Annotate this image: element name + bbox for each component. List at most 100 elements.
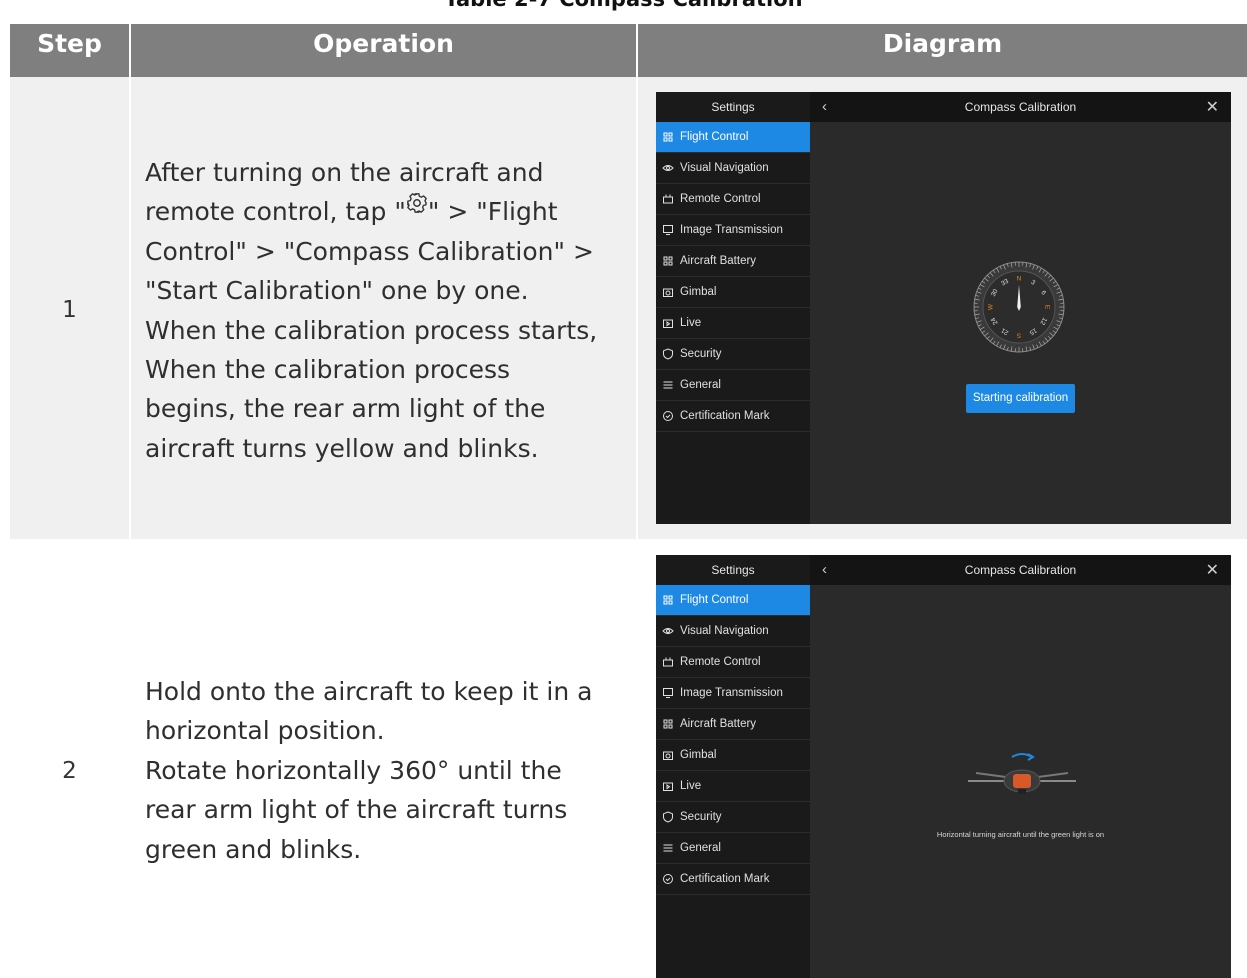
- sidebar-item-label: Flight Control: [680, 131, 749, 143]
- sidebar-item-visual-navigation[interactable]: Visual Navigation: [656, 616, 810, 647]
- close-icon[interactable]: ✕: [1206, 560, 1219, 580]
- battery-icon: [663, 256, 673, 266]
- operation-line: remote control, tap " " > "Flight: [145, 192, 625, 231]
- sidebar-item-label: Remote Control: [680, 193, 761, 205]
- operation-line: rear arm light of the aircraft turns: [145, 795, 568, 825]
- step-number: 2: [62, 758, 77, 784]
- sliders-icon: [663, 844, 673, 852]
- sidebar-item-gimbal[interactable]: Gimbal: [656, 277, 810, 308]
- sidebar-item-flight-control[interactable]: Flight Control: [656, 585, 810, 616]
- certificate-icon: [663, 410, 673, 422]
- sidebar-item-label: Remote Control: [680, 656, 761, 668]
- close-icon[interactable]: ✕: [1206, 97, 1219, 117]
- sidebar-item-label: Certification Mark: [680, 410, 770, 422]
- drone-icon: [663, 132, 673, 142]
- transmission-icon: [663, 688, 673, 698]
- sidebar-item-security[interactable]: Security: [656, 802, 810, 833]
- sidebar-item-label: Image Transmission: [680, 687, 783, 699]
- column-divider: [129, 77, 131, 539]
- sidebar-item-general[interactable]: General: [656, 833, 810, 864]
- sidebar-item-label: Live: [680, 780, 702, 792]
- live-icon: [663, 782, 673, 791]
- sidebar-item-label: Certification Mark: [680, 873, 770, 885]
- settings-sidebar: Settings Flight Control Visual Navigation…: [656, 92, 810, 524]
- eye-icon: [662, 165, 674, 171]
- operation-line: When the calibration process starts,: [145, 315, 598, 345]
- eye-icon: [662, 628, 674, 634]
- shield-icon: [663, 348, 673, 360]
- sliders-icon: [663, 381, 673, 389]
- operation-line: "Start Calibration" one by one.: [145, 276, 529, 306]
- sidebar-item-label: Flight Control: [680, 594, 749, 606]
- sidebar-item-label: General: [680, 379, 721, 391]
- sidebar-item-label: Live: [680, 317, 702, 329]
- operation-line: begins, the rear arm light of the: [145, 394, 546, 424]
- compass-dial: N 36E1215S2124W3033: [973, 261, 1065, 353]
- sidebar-item-flight-control[interactable]: Flight Control: [656, 122, 810, 153]
- sidebar-item-label: Visual Navigation: [680, 162, 769, 174]
- drone-icon: [663, 595, 673, 605]
- operation-line: green and blinks.: [145, 834, 362, 864]
- sidebar-item-aircraft-battery[interactable]: Aircraft Battery: [656, 709, 810, 740]
- settings-sidebar: Settings Flight Control Visual Navigation…: [656, 555, 810, 978]
- sidebar-item-security[interactable]: Security: [656, 339, 810, 370]
- compass-label: N: [1017, 276, 1022, 283]
- remote-icon: [663, 194, 673, 204]
- top-bar: ‹ Compass Calibration ✕: [810, 92, 1231, 122]
- operation-line: Control" > "Compass Calibration" >: [145, 236, 594, 266]
- compass-label: E: [1044, 305, 1051, 310]
- sidebar-item-image-transmission[interactable]: Image Transmission: [656, 678, 810, 709]
- sidebar-item-label: Image Transmission: [680, 224, 783, 236]
- table-caption: Table 2-7 Compass Calibration: [0, 0, 1247, 10]
- column-divider: [636, 77, 638, 539]
- table-header: Step Operation Diagram: [10, 24, 1247, 77]
- sidebar-item-label: Gimbal: [680, 286, 717, 298]
- sidebar-item-label: Security: [680, 811, 722, 823]
- header-divider: [636, 24, 638, 77]
- sidebar-item-image-transmission[interactable]: Image Transmission: [656, 215, 810, 246]
- gimbal-icon: [663, 751, 673, 760]
- operation-line: When the calibration process: [145, 355, 511, 385]
- sidebar-item-label: General: [680, 842, 721, 854]
- compass-label: S: [1016, 332, 1021, 339]
- remote-icon: [663, 657, 673, 667]
- sidebar-item-label: Aircraft Battery: [680, 255, 757, 267]
- aircraft-rotation-illustration: [968, 753, 1076, 794]
- certificate-icon: [663, 873, 673, 885]
- header-diagram: Diagram: [882, 29, 1003, 58]
- sidebar-item-aircraft-battery[interactable]: Aircraft Battery: [656, 246, 810, 277]
- operation-line: aircraft turns yellow and blinks.: [145, 433, 539, 463]
- shield-icon: [663, 811, 673, 823]
- sidebar-item-certification-mark[interactable]: Certification Mark: [656, 864, 810, 895]
- sidebar-item-remote-control[interactable]: Remote Control: [656, 184, 810, 215]
- operation-line: Rotate horizontally 360° until the: [145, 755, 562, 785]
- screen-title: Compass Calibration: [964, 563, 1077, 577]
- sidebar-item-certification-mark[interactable]: Certification Mark: [656, 401, 810, 432]
- top-bar: ‹ Compass Calibration ✕: [810, 555, 1231, 585]
- step-number: 1: [62, 297, 77, 323]
- compass-graphic: N 36E1215S2124W3033: [973, 261, 1065, 353]
- live-icon: [663, 319, 673, 328]
- sidebar-item-live[interactable]: Live: [656, 308, 810, 339]
- operation-line: After turning on the aircraft and: [145, 158, 544, 187]
- sidebar-item-gimbal[interactable]: Gimbal: [656, 740, 810, 771]
- settings-menu: Flight Control Visual Navigation Remote Co…: [656, 585, 810, 895]
- rotate-hint-text: Horizontal turning aircraft until the gr…: [936, 830, 1105, 839]
- start-calibration-button[interactable]: Starting calibration: [966, 384, 1075, 413]
- gimbal-icon: [663, 288, 673, 297]
- app-screenshot-rotate-aircraft: Settings Flight Control Visual Navigation…: [656, 555, 1231, 978]
- header-operation: Operation: [313, 29, 454, 58]
- settings-title: Settings: [711, 563, 755, 577]
- sidebar-item-live[interactable]: Live: [656, 771, 810, 802]
- operation-line-part: remote control, tap ": [145, 197, 406, 227]
- sidebar-item-label: Aircraft Battery: [680, 718, 757, 730]
- settings-title: Settings: [711, 100, 755, 114]
- header-divider: [129, 24, 131, 77]
- header-step: Step: [37, 29, 102, 58]
- sidebar-item-general[interactable]: General: [656, 370, 810, 401]
- sidebar-item-remote-control[interactable]: Remote Control: [656, 647, 810, 678]
- operation-line: Hold onto the aircraft to keep it in a: [145, 677, 593, 706]
- sidebar-item-visual-navigation[interactable]: Visual Navigation: [656, 153, 810, 184]
- sidebar-item-label: Security: [680, 348, 722, 360]
- battery-icon: [663, 719, 673, 729]
